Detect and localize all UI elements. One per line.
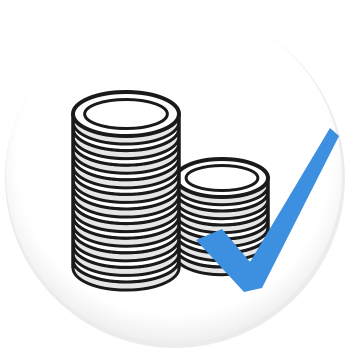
coin-stacks-checkmark-icon[interactable] — [0, 0, 349, 351]
tall-coin-stack — [71, 90, 181, 292]
icon-canvas — [0, 0, 349, 351]
